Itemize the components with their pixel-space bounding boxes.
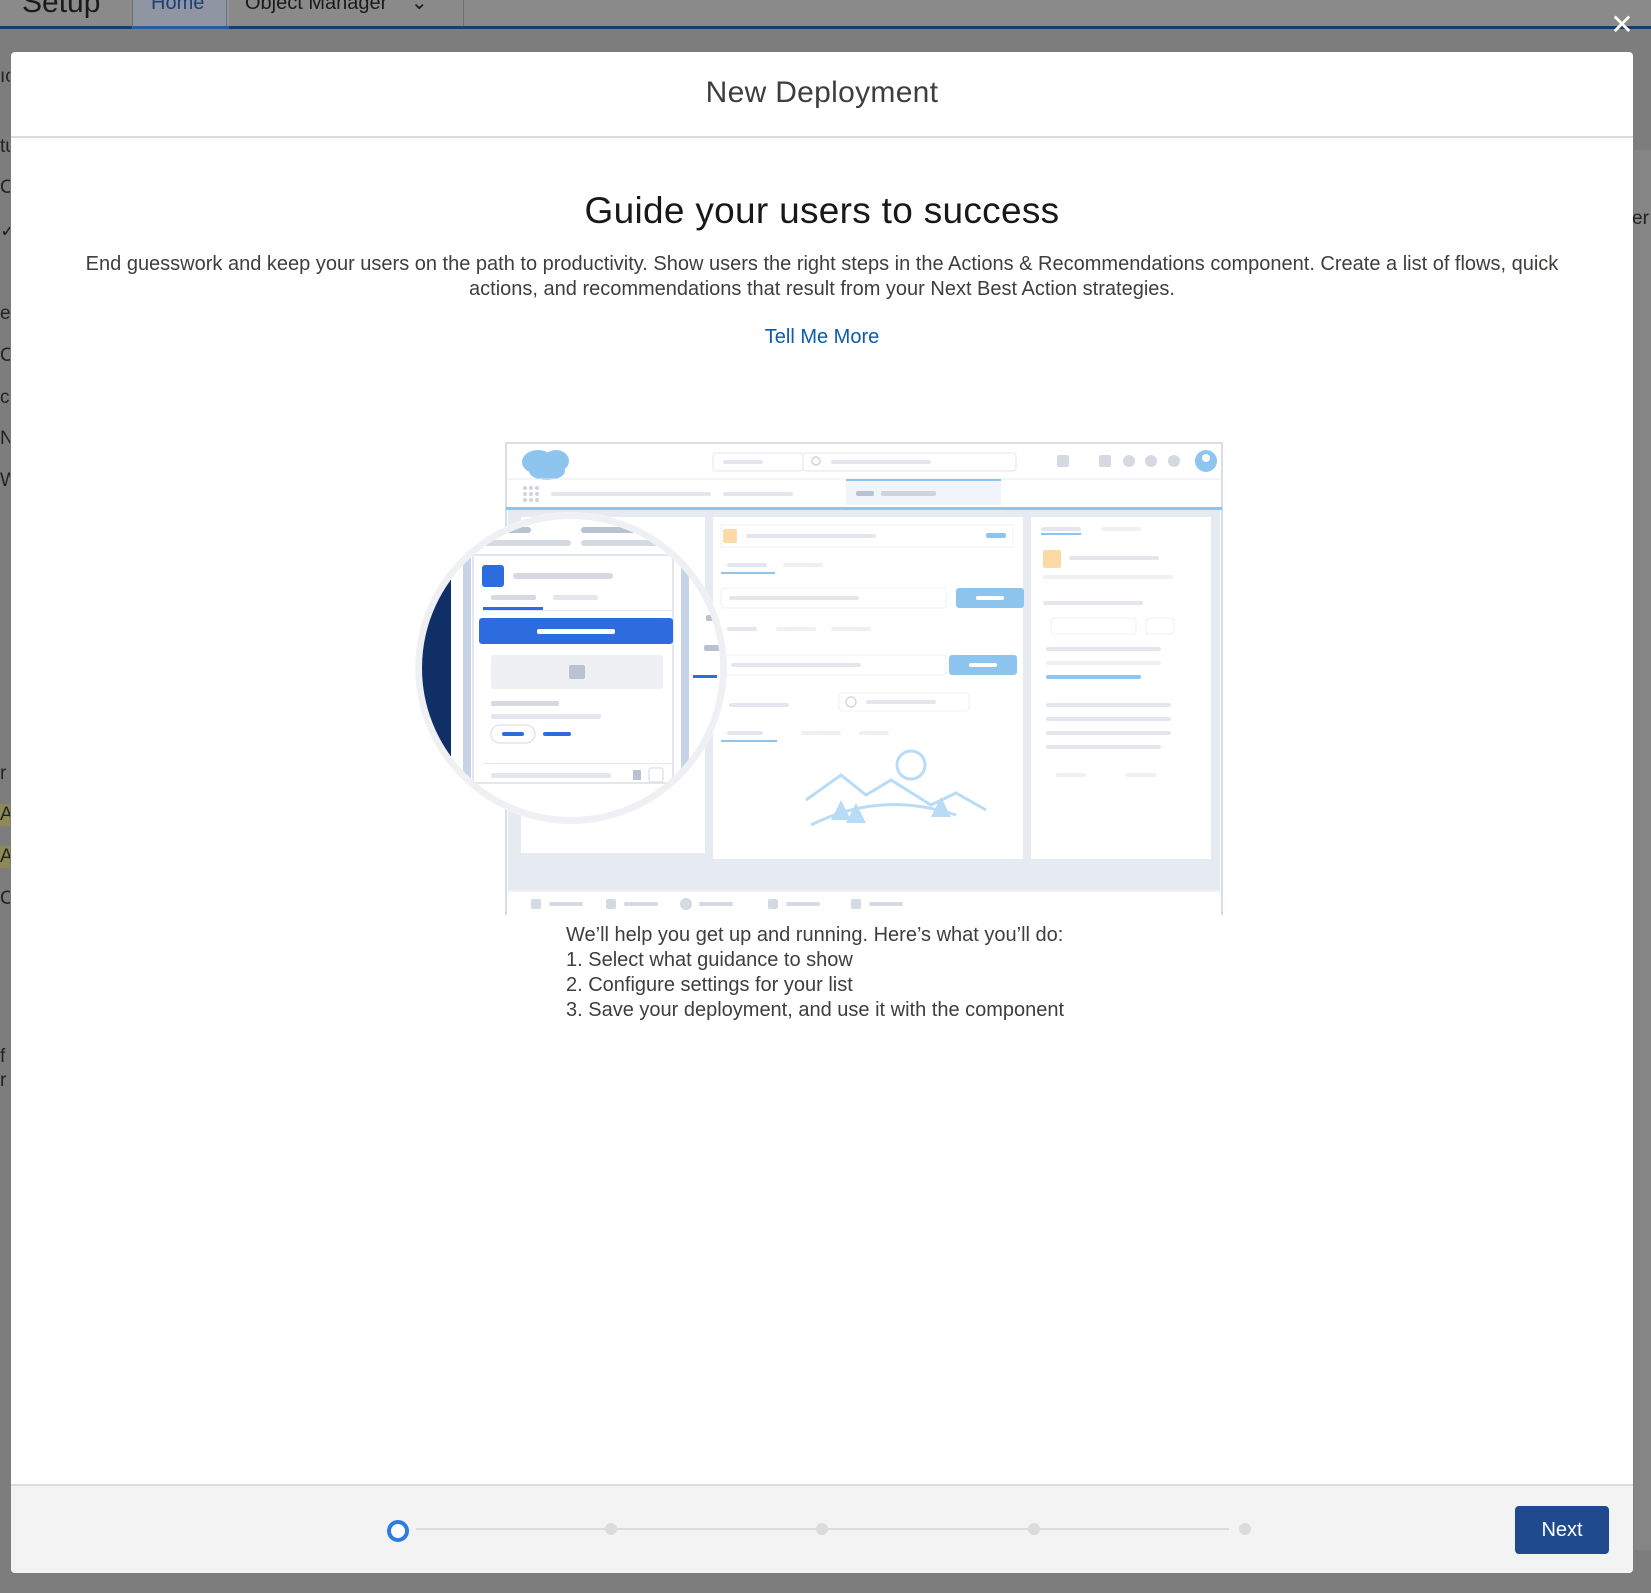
sidebar-fragment: r (0, 763, 7, 784)
sidebar-fragment: C (0, 177, 10, 198)
modal-footer: Next (11, 1484, 1633, 1573)
sidebar-fragment: r (0, 1070, 7, 1091)
progress-step-2[interactable] (605, 1523, 617, 1535)
tab-home[interactable]: Home (132, 0, 229, 29)
sidebar-fragment: W (0, 470, 10, 491)
page-heading: Guide your users to success (584, 190, 1060, 231)
modal-body: Guide your users to success End guesswor… (11, 138, 1633, 1484)
sidebar-fragment: e (0, 303, 10, 324)
sidebar-fragment: A (0, 846, 10, 868)
steps-list: We’ll help you get up and running. Here’… (566, 923, 1166, 1023)
modal-header: New Deployment (11, 52, 1633, 138)
background-fragment: er (1632, 208, 1649, 229)
app-name: Setup (22, 0, 101, 19)
sidebar-fragment: ✓ (0, 221, 10, 242)
modal-title: New Deployment (705, 76, 939, 109)
sidebar-fragment: f (0, 1046, 6, 1067)
tell-me-more-link-wrap: Tell Me More (11, 326, 1633, 349)
step-item: 2. Configure settings for your list (566, 974, 853, 996)
sidebar-fragment: C (0, 345, 10, 366)
sidebar-fragment: ıc (0, 66, 10, 87)
next-button[interactable]: Next (1515, 1506, 1609, 1554)
app-launcher-icon (523, 486, 539, 502)
step-item: 1. Select what guidance to show (566, 949, 853, 971)
sidebar-fragment: C (0, 888, 10, 909)
tab-object-manager-label: Object Manager (245, 0, 388, 14)
setup-header: Setup Home Object Manager ⌄ (0, 0, 1651, 29)
steps-intro: We’ll help you get up and running. Here’… (566, 924, 1064, 946)
intro-text: End guesswork and keep your users on the… (85, 253, 1559, 300)
image-placeholder-icon (569, 665, 585, 679)
sidebar-fragment: N (0, 428, 10, 449)
progress-step-3[interactable] (816, 1523, 828, 1535)
sidebar-fragment: tu (0, 136, 10, 157)
close-modal-button[interactable]: ✕ (1607, 10, 1637, 40)
chevron-down-icon[interactable]: ⌄ (411, 0, 428, 14)
progress-step-1[interactable] (387, 1520, 409, 1542)
sidebar-fragment: ce (0, 387, 10, 408)
tab-home-label: Home (151, 0, 205, 14)
tab-object-manager[interactable]: Object Manager ⌄ (226, 0, 464, 26)
progress-step-4[interactable] (1028, 1523, 1040, 1535)
new-deployment-modal: New Deployment Guide your users to succe… (11, 52, 1633, 1573)
background-panel (1634, 150, 1651, 1550)
sidebar-fragment: A (0, 804, 10, 826)
step-item: 3. Save your deployment, and use it with… (566, 999, 1065, 1021)
deployment-illustration (415, 442, 1223, 915)
progress-step-5[interactable] (1239, 1523, 1251, 1535)
tell-me-more-link[interactable]: Tell Me More (765, 326, 879, 348)
